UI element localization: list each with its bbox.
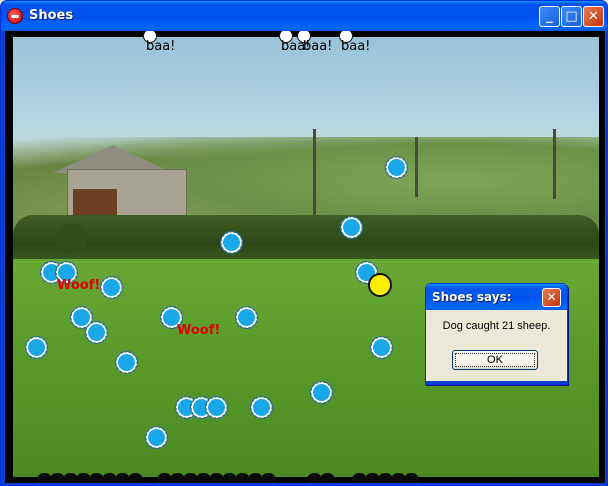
- maximize-button[interactable]: □: [561, 6, 582, 27]
- baa-label: baa!: [303, 39, 333, 54]
- penned-sheep: [320, 473, 335, 483]
- hedge: [13, 215, 599, 263]
- minimize-button[interactable]: _: [539, 6, 560, 27]
- shoes-icon: [7, 8, 23, 24]
- dialog-title-bar[interactable]: Shoes says: ✕: [426, 284, 567, 310]
- telegraph-pole: [553, 129, 556, 199]
- title-bar[interactable]: Shoes _ □ ✕: [1, 1, 607, 31]
- close-button[interactable]: ✕: [583, 6, 604, 27]
- sheep[interactable]: [101, 277, 122, 298]
- sheep[interactable]: [251, 397, 272, 418]
- game-canvas[interactable]: baa! baa! baa! baa! Woof! Woof!: [5, 31, 605, 483]
- penned-sheep: [261, 473, 276, 483]
- sheep[interactable]: [311, 382, 332, 403]
- penned-sheep: [404, 473, 419, 483]
- dialog-close-button[interactable]: ✕: [542, 288, 561, 307]
- sheep[interactable]: [341, 217, 362, 238]
- sheep[interactable]: [371, 337, 392, 358]
- dialog-title: Shoes says:: [432, 290, 512, 304]
- woof-label: Woof!: [57, 278, 101, 293]
- sheep[interactable]: [86, 322, 107, 343]
- ok-button[interactable]: OK: [452, 350, 538, 370]
- sheep[interactable]: [26, 337, 47, 358]
- woof-label: Woof!: [177, 323, 221, 338]
- penned-sheep: [128, 473, 143, 483]
- sheep[interactable]: [386, 157, 407, 178]
- sheepdog[interactable]: [368, 273, 392, 297]
- sheep[interactable]: [71, 307, 92, 328]
- sheep[interactable]: [146, 427, 167, 448]
- shoes-window: Shoes _ □ ✕ baa! baa! baa! baa! Woof! Wo…: [0, 0, 608, 486]
- sheep[interactable]: [236, 307, 257, 328]
- barn: [47, 145, 187, 225]
- telegraph-pole: [415, 137, 418, 197]
- telegraph-pole: [313, 129, 316, 219]
- baa-label: baa!: [341, 39, 371, 54]
- sheep[interactable]: [221, 232, 242, 253]
- pasture-background: [13, 37, 599, 477]
- baa-label: baa!: [146, 39, 176, 54]
- alert-dialog: Shoes says: ✕ Dog caught 21 sheep. OK: [425, 283, 568, 385]
- dialog-message: Dog caught 21 sheep.: [442, 320, 551, 332]
- sheep[interactable]: [116, 352, 137, 373]
- sheep[interactable]: [206, 397, 227, 418]
- dialog-border-bottom: [426, 381, 567, 384]
- window-title: Shoes: [29, 8, 74, 23]
